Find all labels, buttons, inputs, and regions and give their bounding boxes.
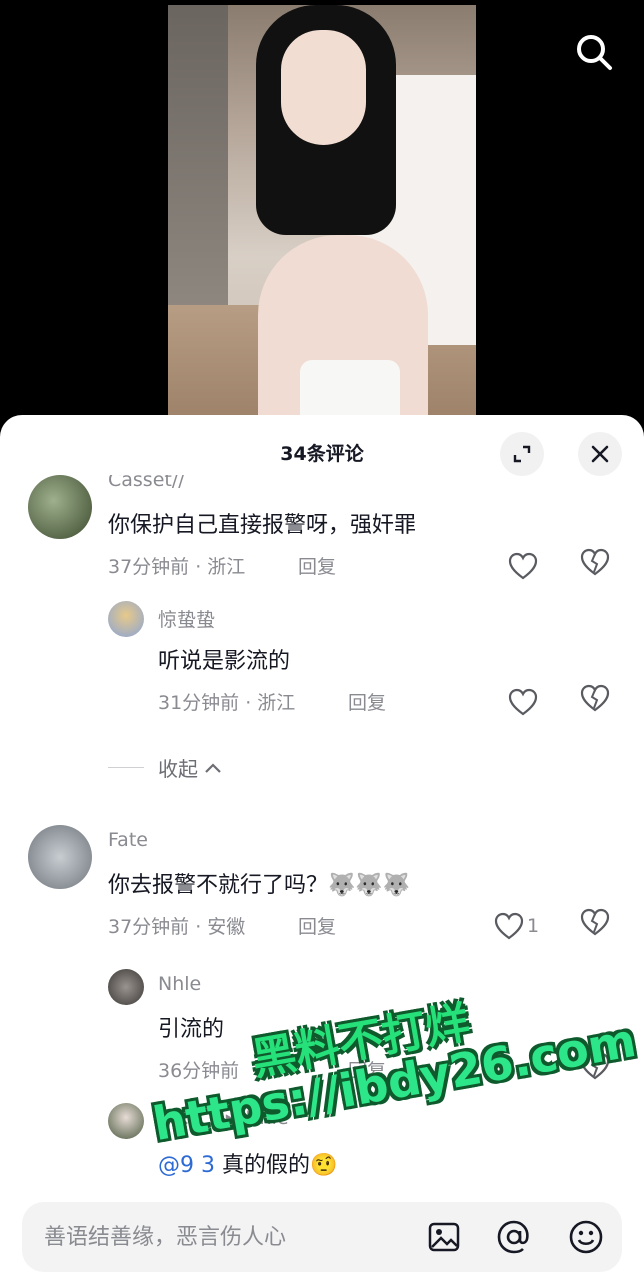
image-icon[interactable]	[426, 1219, 462, 1255]
reply-button[interactable]: 回复	[348, 688, 386, 715]
heart-icon	[494, 912, 524, 940]
reply-meta: 36分钟前	[158, 1060, 240, 1082]
emoji: 🤨	[310, 1153, 338, 1178]
reply-item: Nhle 引流的 36分钟前 回复	[0, 963, 644, 1083]
mention-link[interactable]: @9 3	[158, 1153, 215, 1178]
comment-username[interactable]: Fate	[108, 829, 148, 851]
avatar[interactable]	[28, 825, 92, 889]
reply-username[interactable]: 惊蛰蛰	[158, 605, 215, 632]
reply-username[interactable]: Nhle	[158, 973, 201, 995]
comment-text: 你保护自己直接报警呀，强奸罪	[108, 513, 417, 538]
like-button[interactable]	[508, 548, 548, 584]
reply-arrow-icon: ▸	[225, 1107, 236, 1129]
comment-text: 你去报警不就行了吗？🐺🐺🐺	[108, 873, 411, 898]
broken-heart-icon	[580, 1052, 610, 1080]
at-icon[interactable]	[496, 1219, 532, 1255]
heart-icon	[508, 688, 538, 716]
comment-input-bar	[22, 1202, 622, 1272]
expand-icon	[513, 445, 531, 463]
avatar[interactable]	[108, 1103, 144, 1139]
like-count: 1	[527, 915, 540, 937]
reply-username[interactable]: C...t/ / ▸ Nhle	[158, 1107, 289, 1129]
reply-text: 听说是影流的	[158, 649, 291, 674]
search-icon[interactable]	[572, 30, 616, 74]
comment-username[interactable]: Casset//	[108, 475, 185, 491]
comment-list[interactable]: Casset// 你保护自己直接报警呀，强奸罪 37分钟前 · 浙江 回复 惊蛰…	[0, 475, 644, 1203]
emoji-sticker: 🐺🐺🐺	[328, 873, 411, 898]
reply-item: C...t/ / ▸ Nhle @9 3 真的假的🤨	[0, 1095, 644, 1203]
comment-sheet: 34条评论 Casset// 你保护自己直接报警呀，强奸罪 37分钟前 · 浙江…	[0, 415, 644, 1280]
emoji-icon[interactable]	[568, 1219, 604, 1255]
reply-meta: 31分钟前 · 浙江	[158, 692, 296, 714]
reply-text: @9 3 真的假的🤨	[158, 1153, 338, 1178]
comment-item: Casset// 你保护自己直接报警呀，强奸罪 37分钟前 · 浙江 回复	[0, 475, 644, 605]
sheet-header: 34条评论	[0, 415, 644, 476]
reply-text: 引流的	[158, 1017, 225, 1042]
comment-item: Fate 你去报警不就行了吗？🐺🐺🐺 37分钟前 · 安徽 回复 1	[0, 815, 644, 955]
reply-button[interactable]: 回复	[298, 552, 336, 579]
dislike-button[interactable]	[580, 684, 616, 720]
avatar[interactable]	[108, 969, 144, 1005]
collapse-label: 收起	[158, 757, 198, 781]
video-player[interactable]	[0, 0, 644, 425]
avatar[interactable]	[28, 475, 92, 539]
reply-item: 惊蛰蛰 听说是影流的 31分钟前 · 浙江 回复	[0, 595, 644, 716]
comment-meta: 37分钟前 · 安徽	[108, 916, 246, 938]
video-frame	[168, 5, 476, 425]
like-button[interactable]	[508, 684, 548, 720]
close-button[interactable]	[578, 432, 622, 476]
like-button[interactable]: 1	[494, 908, 544, 944]
comment-input[interactable]	[44, 1202, 414, 1272]
broken-heart-icon	[580, 908, 610, 936]
reply-button[interactable]: 回复	[348, 1056, 386, 1083]
comment-count-title: 34条评论	[280, 443, 364, 465]
chevron-up-icon	[205, 762, 221, 773]
dislike-button[interactable]	[580, 908, 616, 944]
broken-heart-icon	[580, 548, 610, 576]
collapse-replies-button[interactable]: 收起	[108, 753, 224, 782]
expand-button[interactable]	[500, 432, 544, 476]
avatar[interactable]	[108, 601, 144, 637]
heart-icon	[508, 552, 538, 580]
dislike-button[interactable]	[580, 548, 616, 584]
close-icon	[591, 445, 609, 463]
reply-button[interactable]: 回复	[298, 912, 336, 939]
dislike-button[interactable]	[580, 1052, 616, 1088]
comment-meta: 37分钟前 · 浙江	[108, 556, 246, 578]
broken-heart-icon	[580, 684, 610, 712]
